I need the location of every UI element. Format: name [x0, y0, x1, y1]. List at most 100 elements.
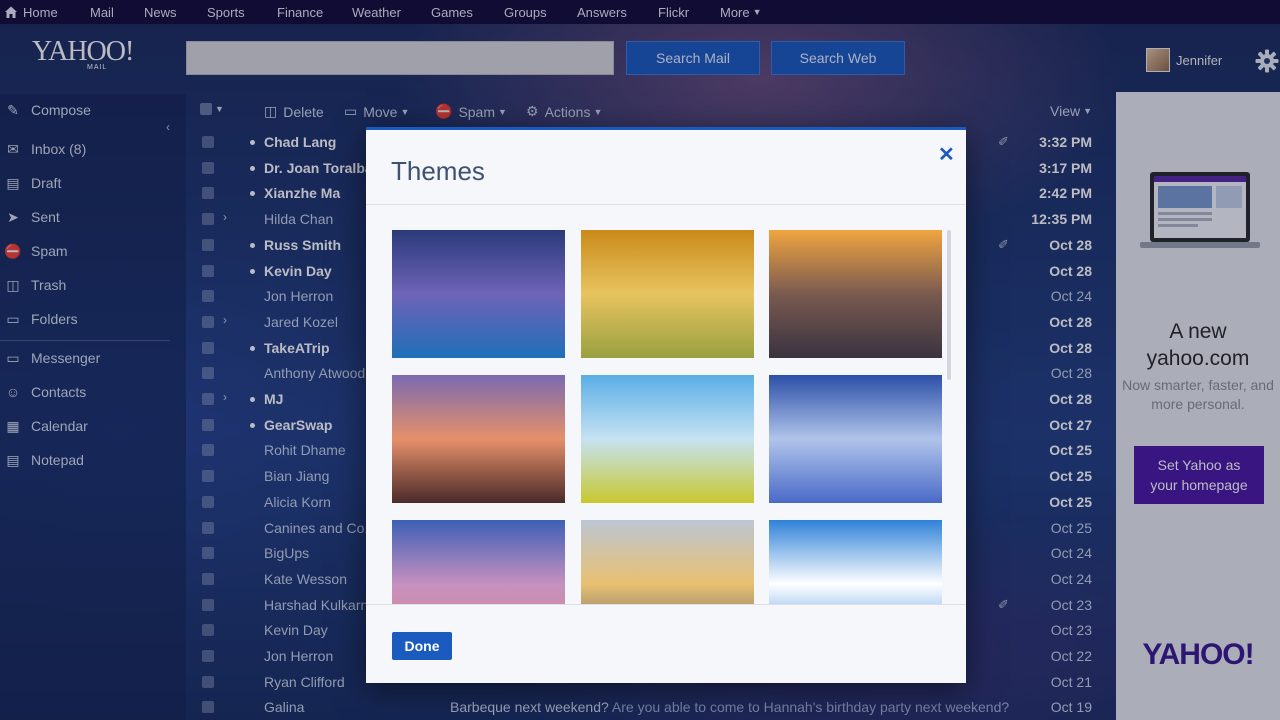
nav-mail[interactable]: Mail — [90, 0, 114, 24]
sidebar-item-messenger[interactable]: ▭ Messenger — [4, 349, 101, 367]
sidebar-item-trash[interactable]: ◫ Trash — [4, 277, 66, 294]
sidebar-item-folders[interactable]: ▭ Folders — [4, 311, 77, 328]
collapse-sidebar-icon[interactable]: ‹ — [166, 120, 170, 134]
search-input[interactable] — [186, 41, 614, 75]
message-checkbox[interactable] — [202, 187, 214, 200]
expand-thread-icon[interactable]: › — [223, 313, 227, 327]
folder-icon: ▭ — [344, 103, 358, 119]
message-checkbox[interactable] — [202, 418, 214, 431]
sidebar-item-draft[interactable]: ▤ Draft — [4, 175, 61, 192]
themes-dialog: Themes ✕ Done — [366, 127, 966, 683]
message-checkbox[interactable] — [202, 495, 214, 508]
yahoo-mail-logo[interactable]: YAHOO! MAIL — [32, 38, 134, 72]
theme-thumbnail-orange-dusk-clouds[interactable] — [581, 520, 754, 604]
nav-more-label: More — [720, 4, 750, 20]
sidebar-item-compose[interactable]: ✎ Compose — [4, 101, 91, 119]
sidebar-item-contacts[interactable]: ☺ Contacts — [4, 384, 86, 400]
view-button[interactable]: View ▼ — [1050, 103, 1092, 119]
gear-icon[interactable] — [1254, 48, 1280, 74]
message-checkbox[interactable] — [202, 470, 214, 483]
user-menu[interactable]: Jennifer — [1146, 48, 1222, 72]
nav-news[interactable]: News — [144, 0, 177, 24]
nav-games[interactable]: Games — [431, 0, 473, 24]
theme-thumbnail-blue-coast[interactable] — [769, 375, 942, 503]
spam-button[interactable]: ⛔ Spam ▼ — [435, 103, 507, 120]
nav-home-label: Home — [23, 4, 58, 20]
message-checkbox[interactable] — [202, 675, 214, 688]
search-mail-button[interactable]: Search Mail — [626, 41, 760, 75]
unread-dot-icon — [250, 191, 255, 197]
message-checkbox[interactable] — [202, 444, 214, 457]
message-checkbox[interactable] — [202, 650, 214, 662]
expand-thread-icon[interactable]: › — [223, 390, 227, 404]
done-button[interactable]: Done — [392, 632, 452, 660]
close-icon[interactable]: ✕ — [938, 142, 955, 167]
message-sender: Kate Wesson — [264, 570, 348, 587]
sidebar-item-inbox[interactable]: ✉ Inbox (8) — [4, 141, 86, 158]
sidebar-item-sent[interactable]: ➤ Sent — [4, 208, 60, 226]
unread-dot-icon — [250, 242, 255, 248]
set-homepage-button[interactable]: Set Yahoo as your homepage — [1134, 446, 1264, 504]
unread-dot-icon — [250, 345, 255, 351]
message-checkbox[interactable] — [202, 624, 214, 637]
sidebar-item-label: Messenger — [31, 350, 101, 366]
message-checkbox[interactable] — [202, 341, 214, 354]
message-checkbox[interactable] — [202, 367, 214, 380]
message-date: Oct 25 — [1050, 519, 1092, 536]
message-row[interactable]: Galina Barbeque next weekend? Are you abl… — [186, 695, 1116, 720]
message-sender: Galina — [264, 699, 305, 716]
message-sender: Jon Herron — [264, 648, 334, 664]
delete-button[interactable]: ◫ Delete — [264, 103, 324, 120]
compose-icon: ✎ — [7, 101, 19, 118]
theme-thumbnail-white-clouds-blue-sky[interactable] — [769, 520, 942, 604]
nav-finance[interactable]: Finance — [277, 0, 323, 24]
message-checkbox[interactable] — [202, 315, 214, 328]
message-checkbox[interactable] — [202, 213, 214, 226]
search-web-button[interactable]: Search Web — [771, 41, 905, 75]
sidebar-item-spam[interactable]: ⛔ Spam — [4, 243, 67, 260]
message-sender: GearSwap — [264, 416, 333, 433]
nav-home[interactable]: Home — [4, 0, 58, 24]
actions-button[interactable]: ⚙ Actions ▼ — [526, 103, 602, 120]
message-checkbox[interactable] — [202, 701, 214, 714]
sent-icon: ➤ — [7, 208, 19, 225]
message-checkbox[interactable] — [202, 264, 214, 277]
message-subject: Barbeque next weekend? — [450, 699, 609, 716]
message-checkbox[interactable] — [202, 547, 214, 560]
message-subject-line: Barbeque next weekend? Are you able to c… — [450, 699, 1009, 715]
message-checkbox[interactable] — [202, 572, 214, 585]
message-date: Oct 28 — [1049, 339, 1092, 356]
nav-groups[interactable]: Groups — [504, 0, 547, 24]
message-date: Oct 25 — [1049, 442, 1092, 459]
theme-thumbnail-yellow-meadow-sky[interactable] — [581, 375, 754, 503]
nav-answers[interactable]: Answers — [577, 0, 627, 24]
message-date: Oct 24 — [1050, 288, 1092, 305]
message-checkbox[interactable] — [202, 161, 214, 174]
message-checkbox[interactable] — [202, 598, 214, 611]
theme-thumbnail-blue-pier-sunset[interactable] — [392, 230, 565, 358]
theme-thumbnail-pink-beach-sunset[interactable] — [392, 375, 565, 503]
sidebar-item-notepad[interactable]: ▤ Notepad — [4, 452, 84, 469]
expand-thread-icon[interactable]: › — [223, 210, 227, 224]
nav-more[interactable]: More ▼ — [720, 0, 762, 24]
message-checkbox[interactable] — [202, 393, 214, 405]
message-checkbox[interactable] — [202, 136, 214, 148]
scrollbar[interactable] — [947, 230, 951, 380]
nav-weather[interactable]: Weather — [352, 0, 401, 24]
messenger-icon: ▭ — [6, 349, 20, 366]
sidebar-item-calendar[interactable]: ▦ Calendar — [4, 418, 87, 435]
message-checkbox[interactable] — [202, 521, 214, 534]
sidebar: ✎ Compose ✉ Inbox (8) ▤ Draft ➤ Sent ⛔ S… — [0, 94, 186, 720]
theme-thumbnail-pink-clouds[interactable] — [392, 520, 565, 604]
theme-thumbnail-beach-sunset[interactable] — [769, 230, 942, 358]
message-date: 3:17 PM — [1039, 159, 1092, 176]
move-button[interactable]: ▭ Move ▼ — [344, 103, 409, 120]
nav-sports[interactable]: Sports — [207, 0, 245, 24]
nav-flickr[interactable]: Flickr — [658, 0, 689, 24]
checkbox-icon — [200, 103, 212, 115]
message-sender: Xianzhe Ma — [264, 185, 341, 202]
select-all-checkbox[interactable]: ▼ — [200, 103, 224, 115]
message-checkbox[interactable] — [202, 238, 214, 251]
theme-thumbnail-golden-hills[interactable] — [581, 230, 754, 358]
message-checkbox[interactable] — [202, 290, 214, 303]
